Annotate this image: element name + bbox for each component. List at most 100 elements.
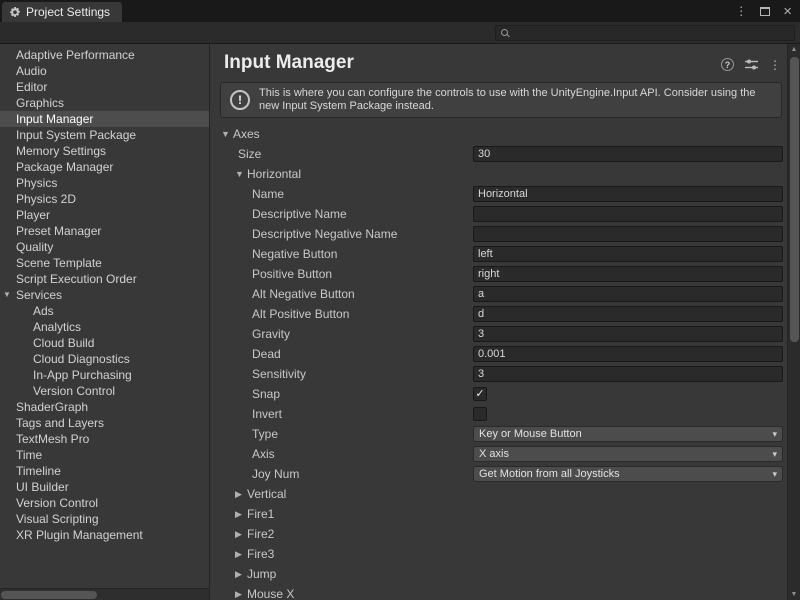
sidebar-item-graphics[interactable]: Graphics xyxy=(0,95,209,111)
sidebar-item-in-app-purchasing[interactable]: In-App Purchasing xyxy=(0,367,209,383)
size-input[interactable] xyxy=(473,146,783,162)
field-label: Axis xyxy=(252,447,473,461)
close-icon[interactable]: × xyxy=(783,4,792,19)
sidebar-item-timeline[interactable]: Timeline xyxy=(0,463,209,479)
sidebar-item-quality[interactable]: Quality xyxy=(0,239,209,255)
sidebar-item-label: ShaderGraph xyxy=(16,400,88,414)
sidebar-item-scene-template[interactable]: Scene Template xyxy=(0,255,209,271)
alt-positive-button-input[interactable] xyxy=(473,306,783,322)
sidebar-item-input-system-package[interactable]: Input System Package xyxy=(0,127,209,143)
sidebar-item-visual-scripting[interactable]: Visual Scripting xyxy=(0,511,209,527)
sidebar-item-physics-2d[interactable]: Physics 2D xyxy=(0,191,209,207)
search-box[interactable] xyxy=(495,25,795,41)
foldout-vertical[interactable]: ▶ Vertical xyxy=(210,484,787,504)
scroll-up-icon[interactable]: ▲ xyxy=(788,46,800,53)
page-title: Input Manager xyxy=(224,52,721,74)
settings-sidebar: Adaptive Performance Audio Editor Graphi… xyxy=(0,44,210,600)
sidebar-item-label: Cloud Diagnostics xyxy=(33,352,130,366)
sidebar-item-label: Ads xyxy=(33,304,54,318)
gravity-input[interactable] xyxy=(473,326,783,342)
sidebar-item-services[interactable]: ▼Services xyxy=(0,287,209,303)
negative-button-input[interactable] xyxy=(473,246,783,262)
sidebar-item-label: Preset Manager xyxy=(16,224,101,238)
field-label: Name xyxy=(252,187,473,201)
sidebar-item-tags-and-layers[interactable]: Tags and Layers xyxy=(0,415,209,431)
sidebar-item-analytics[interactable]: Analytics xyxy=(0,319,209,335)
field-row-descriptive-name: Descriptive Name xyxy=(210,204,787,224)
dropdown-value: X axis xyxy=(479,448,772,460)
sidebar-item-audio[interactable]: Audio xyxy=(0,63,209,79)
foldout-fire3[interactable]: ▶ Fire3 xyxy=(210,544,787,564)
field-row-size: Size xyxy=(210,144,787,164)
maximize-icon[interactable] xyxy=(760,7,770,16)
sidebar-item-version-control-service[interactable]: Version Control xyxy=(0,383,209,399)
snap-checkbox[interactable]: ✓ xyxy=(473,387,487,401)
presets-icon[interactable] xyxy=(745,59,758,70)
dead-input[interactable] xyxy=(473,346,783,362)
field-row-dead: Dead xyxy=(210,344,787,364)
window-menu-icon[interactable]: ⋮ xyxy=(735,5,747,17)
sidebar-item-label: Input Manager xyxy=(16,112,93,126)
name-input[interactable] xyxy=(473,186,783,202)
foldout-closed-icon: ▶ xyxy=(234,509,247,520)
scroll-down-icon[interactable]: ▼ xyxy=(788,591,800,598)
foldout-open-icon: ▼ xyxy=(220,129,233,139)
sidebar-item-version-control[interactable]: Version Control xyxy=(0,495,209,511)
foldout-closed-icon: ▶ xyxy=(234,569,247,580)
foldout-jump[interactable]: ▶ Jump xyxy=(210,564,787,584)
sidebar-item-textmesh-pro[interactable]: TextMesh Pro xyxy=(0,431,209,447)
descriptive-name-input[interactable] xyxy=(473,206,783,222)
sensitivity-input[interactable] xyxy=(473,366,783,382)
check-icon: ✓ xyxy=(475,389,484,400)
sidebar-item-adaptive-performance[interactable]: Adaptive Performance xyxy=(0,47,209,63)
help-icon[interactable]: ? xyxy=(721,58,734,71)
type-dropdown[interactable]: Key or Mouse Button ▾ xyxy=(473,426,783,442)
positive-button-input[interactable] xyxy=(473,266,783,282)
sidebar-item-label: Analytics xyxy=(33,320,81,334)
joy-num-dropdown[interactable]: Get Motion from all Joysticks ▾ xyxy=(473,466,783,482)
sidebar-item-time[interactable]: Time xyxy=(0,447,209,463)
sidebar-item-xr-plugin-management[interactable]: XR Plugin Management xyxy=(0,527,209,543)
sidebar-item-preset-manager[interactable]: Preset Manager xyxy=(0,223,209,239)
field-label: Descriptive Name xyxy=(252,207,473,221)
foldout-fire1[interactable]: ▶ Fire1 xyxy=(210,504,787,524)
sidebar-item-label: Player xyxy=(16,208,50,222)
axis-dropdown[interactable]: X axis ▾ xyxy=(473,446,783,462)
field-label: Type xyxy=(252,427,473,441)
row-label: Jump xyxy=(247,567,783,581)
field-row-snap: Snap ✓ xyxy=(210,384,787,404)
sidebar-item-cloud-diagnostics[interactable]: Cloud Diagnostics xyxy=(0,351,209,367)
chevron-down-icon: ▾ xyxy=(772,469,777,480)
context-menu-icon[interactable]: ⋮ xyxy=(769,59,781,71)
chevron-down-icon: ▾ xyxy=(772,449,777,460)
foldout-axes[interactable]: ▼ Axes xyxy=(210,124,787,144)
foldout-horizontal[interactable]: ▼ Horizontal xyxy=(210,164,787,184)
vertical-scrollbar[interactable]: ▲ ▼ xyxy=(787,44,800,600)
foldout-mouse-x[interactable]: ▶ Mouse X xyxy=(210,584,787,600)
info-icon: ! xyxy=(230,90,250,110)
invert-checkbox[interactable] xyxy=(473,407,487,421)
sidebar-item-shadergraph[interactable]: ShaderGraph xyxy=(0,399,209,415)
sidebar-item-physics[interactable]: Physics xyxy=(0,175,209,191)
field-row-alt-negative-button: Alt Negative Button xyxy=(210,284,787,304)
sidebar-item-editor[interactable]: Editor xyxy=(0,79,209,95)
sidebar-item-player[interactable]: Player xyxy=(0,207,209,223)
sidebar-item-cloud-build[interactable]: Cloud Build xyxy=(0,335,209,351)
sidebar-item-label: Package Manager xyxy=(16,160,113,174)
main-panel: Input Manager ? ⋮ ! This is where you ca… xyxy=(210,44,787,600)
sidebar-item-ads[interactable]: Ads xyxy=(0,303,209,319)
descriptive-negative-name-input[interactable] xyxy=(473,226,783,242)
sidebar-item-input-manager[interactable]: Input Manager xyxy=(0,111,209,127)
sidebar-item-package-manager[interactable]: Package Manager xyxy=(0,159,209,175)
sidebar-item-memory-settings[interactable]: Memory Settings xyxy=(0,143,209,159)
horizontal-scrollbar-thumb[interactable] xyxy=(1,591,97,599)
field-label: Descriptive Negative Name xyxy=(252,227,473,241)
search-input[interactable] xyxy=(513,27,789,39)
foldout-fire2[interactable]: ▶ Fire2 xyxy=(210,524,787,544)
sidebar-item-script-execution-order[interactable]: Script Execution Order xyxy=(0,271,209,287)
sidebar-horizontal-scrollbar[interactable] xyxy=(0,588,209,600)
alt-negative-button-input[interactable] xyxy=(473,286,783,302)
window-tab[interactable]: Project Settings xyxy=(2,2,122,22)
vertical-scrollbar-thumb[interactable] xyxy=(790,57,799,342)
sidebar-item-ui-builder[interactable]: UI Builder xyxy=(0,479,209,495)
